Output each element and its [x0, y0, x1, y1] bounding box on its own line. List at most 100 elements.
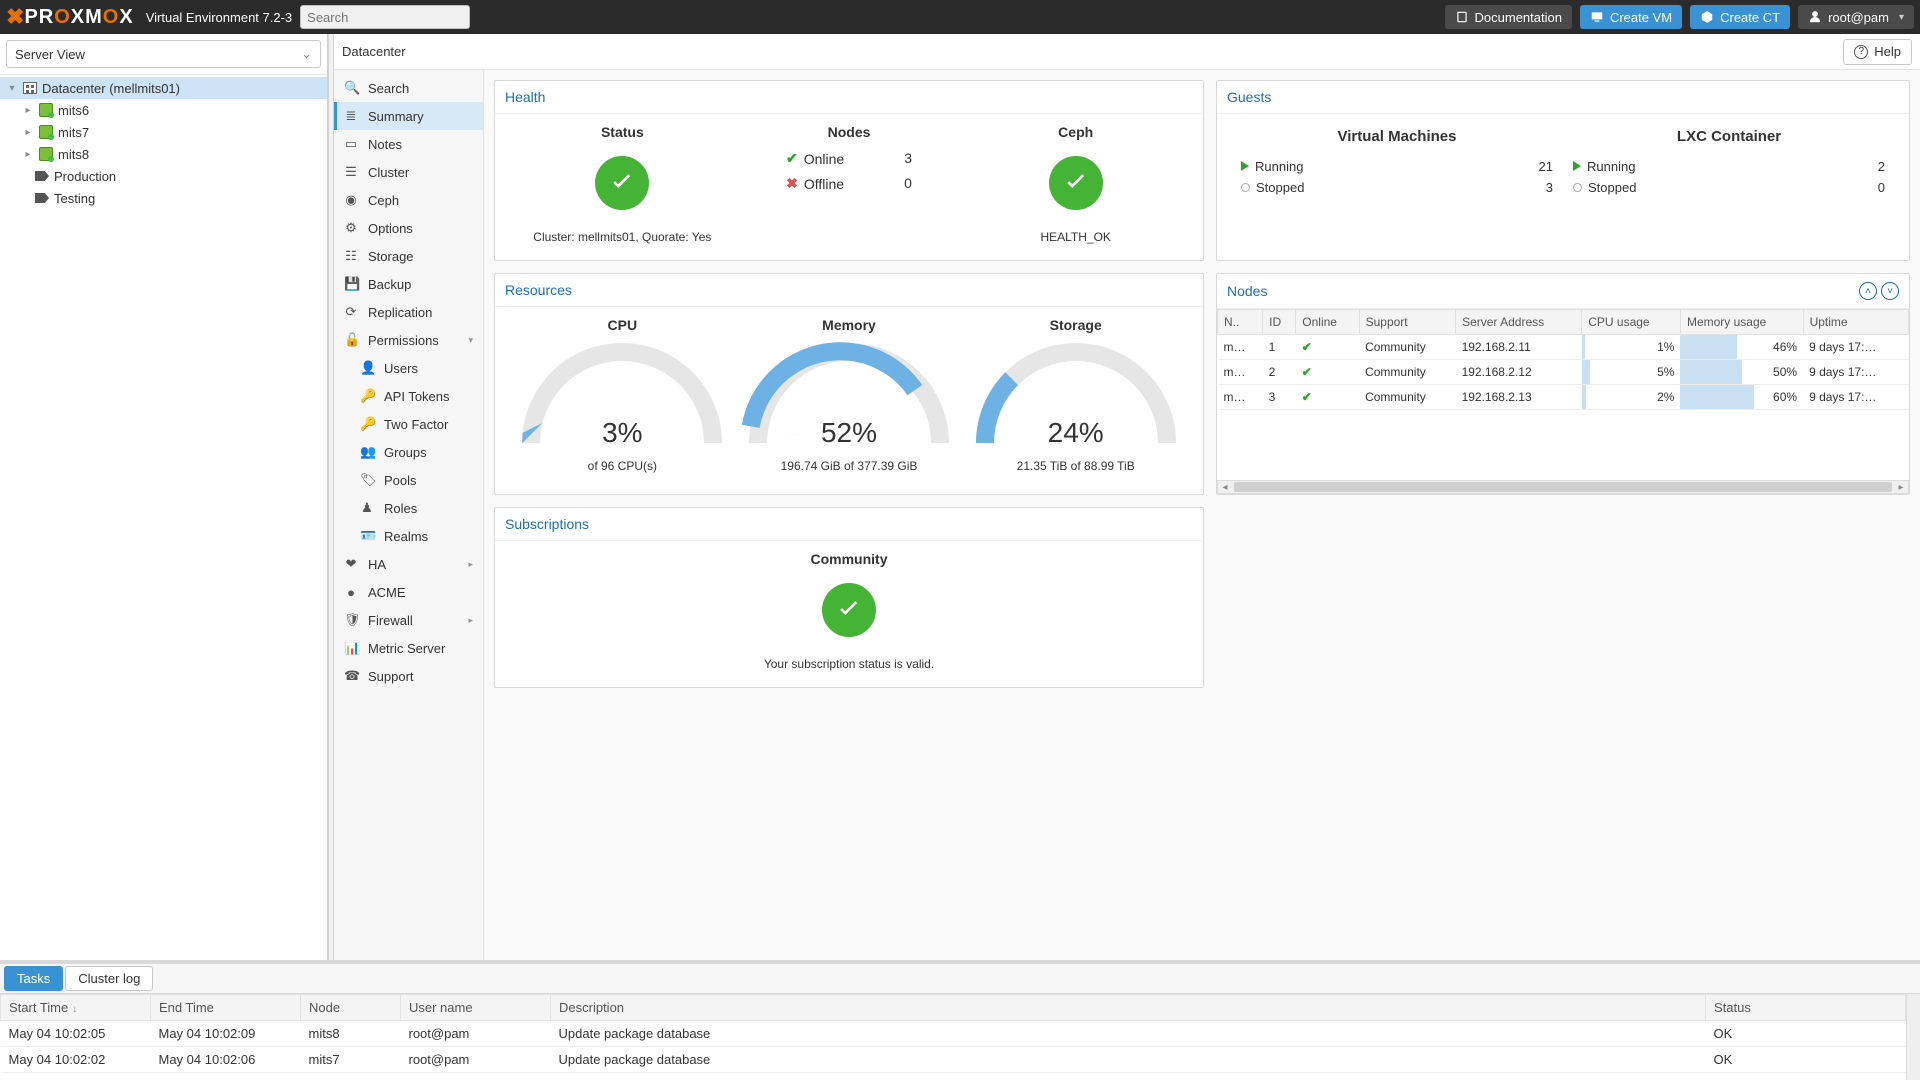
menu-api-tokens[interactable]: 🔑API Tokens	[334, 382, 483, 410]
col-start[interactable]: Start Time↓	[1, 995, 151, 1021]
shield-icon: 🛡	[344, 612, 358, 628]
tree-datacenter[interactable]: ▾ Datacenter (mellmits01)	[0, 77, 327, 99]
panel-title: Guests	[1217, 81, 1909, 114]
col-mem[interactable]: Memory usage	[1680, 310, 1803, 335]
vertical-scrollbar[interactable]	[1906, 994, 1920, 1080]
menu-pools[interactable]: 🏷Pools	[334, 466, 483, 494]
menu-ha[interactable]: ❤HA▸	[334, 550, 483, 578]
col-support[interactable]: Support	[1359, 310, 1455, 335]
tree-pool-production[interactable]: Production	[0, 165, 327, 187]
menu-label: Permissions	[368, 333, 439, 348]
dashboard: Health Status Cluster: mellmits01, Quora…	[484, 70, 1920, 1080]
tree-node-mits8[interactable]: ▸ mits8	[0, 143, 327, 165]
chevron-right-icon: ▸	[468, 615, 473, 626]
running-label: Running	[1587, 159, 1635, 174]
menu-search[interactable]: 🔍Search	[334, 74, 483, 102]
user-menu[interactable]: root@pam ▾	[1798, 5, 1914, 29]
play-icon	[1573, 161, 1581, 171]
view-selector[interactable]: Server View ⌄	[6, 40, 321, 68]
tab-tasks[interactable]: Tasks	[4, 966, 63, 991]
col-cpu[interactable]: CPU usage	[1582, 310, 1681, 335]
menu-label: Metric Server	[368, 641, 445, 656]
tree-node-mits7[interactable]: ▸ mits7	[0, 121, 327, 143]
col-addr[interactable]: Server Address	[1456, 310, 1582, 335]
menu-support[interactable]: ☎Support	[334, 662, 483, 690]
menu-permissions[interactable]: 🔓Permissions▾	[334, 326, 483, 354]
play-icon	[1241, 161, 1249, 171]
menu-ceph[interactable]: ◉Ceph	[334, 186, 483, 214]
menu-storage[interactable]: ☷Storage	[334, 242, 483, 270]
topbar: ✖ PROXMOX Virtual Environment 7.2-3 Docu…	[0, 0, 1920, 34]
menu-backup[interactable]: 💾 Backup	[334, 270, 483, 298]
book-icon	[1455, 10, 1469, 24]
tree-node-label: mits7	[58, 125, 89, 140]
chart-icon: 📊	[344, 640, 358, 656]
health-nodes-heading: Nodes	[736, 124, 963, 140]
panel-title: Resources	[495, 274, 1203, 307]
menu-label: Support	[368, 669, 414, 684]
tab-cluster-log[interactable]: Cluster log	[65, 966, 153, 991]
col-end[interactable]: End Time	[151, 995, 301, 1021]
col-uptime[interactable]: Uptime	[1803, 310, 1908, 335]
menu-realms[interactable]: 🪪Realms	[334, 522, 483, 550]
col-user[interactable]: User name	[401, 995, 551, 1021]
collapse-icon[interactable]: ▾	[6, 83, 18, 94]
expand-icon[interactable]: ▸	[22, 149, 34, 160]
move-up-button[interactable]: ˄	[1859, 282, 1877, 300]
table-row[interactable]: m…2✔Community192.168.2.125%50%9 days 17:…	[1218, 360, 1909, 385]
search-input[interactable]	[300, 5, 470, 29]
tag-icon	[34, 168, 50, 184]
table-row[interactable]: m…3✔Community192.168.2.132%60%9 days 17:…	[1218, 385, 1909, 410]
menu-groups[interactable]: 👥Groups	[334, 438, 483, 466]
menu-firewall[interactable]: 🛡Firewall▸	[334, 606, 483, 634]
tree-node-mits6[interactable]: ▸ mits6	[0, 99, 327, 121]
x-icon: ✖	[786, 175, 798, 192]
menu-notes[interactable]: ▭Notes	[334, 130, 483, 158]
move-down-button[interactable]: ˅	[1881, 282, 1899, 300]
create-ct-button[interactable]: Create CT	[1690, 5, 1790, 29]
save-icon: 💾	[344, 276, 358, 292]
menu-label: ACME	[368, 585, 406, 600]
check-icon: ✔	[1302, 365, 1312, 379]
menu-options[interactable]: ⚙Options	[334, 214, 483, 242]
chevron-down-icon: ⌄	[301, 46, 312, 62]
breadcrumb: Datacenter	[342, 44, 406, 59]
documentation-button[interactable]: Documentation	[1445, 5, 1572, 29]
menu-metric[interactable]: 📊 Metric Server	[334, 634, 483, 662]
check-circle-icon	[595, 156, 649, 210]
role-icon: ♟	[360, 500, 374, 516]
menu-summary[interactable]: ≣Summary	[334, 102, 483, 130]
menu-label: Summary	[368, 109, 424, 124]
table-row[interactable]: m…1✔Community192.168.2.111%46%9 days 17:…	[1218, 335, 1909, 360]
col-desc[interactable]: Description	[551, 995, 1706, 1021]
table-row[interactable]: May 04 10:02:02May 04 10:02:06mits7root@…	[1, 1047, 1906, 1073]
menu-users[interactable]: 👤Users	[334, 354, 483, 382]
user-icon	[1808, 10, 1822, 24]
menu-replication[interactable]: ⟳Replication	[334, 298, 483, 326]
user-label: root@pam	[1828, 10, 1889, 25]
key-icon: 🔑	[360, 388, 374, 404]
horizontal-scrollbar[interactable]: ◂▸	[1217, 480, 1909, 494]
cluster-icon: ☰	[344, 164, 358, 180]
storage-value: 24%	[976, 417, 1176, 449]
col-status[interactable]: Status	[1706, 995, 1906, 1021]
col-id[interactable]: ID	[1263, 310, 1296, 335]
menu-label: Groups	[384, 445, 427, 460]
menu-two-factor[interactable]: 🔑Two Factor	[334, 410, 483, 438]
create-vm-button[interactable]: Create VM	[1580, 5, 1682, 29]
menu-label: Backup	[368, 277, 411, 292]
menu-cluster[interactable]: ☰Cluster	[334, 158, 483, 186]
expand-icon[interactable]: ▸	[22, 127, 34, 138]
col-online[interactable]: Online	[1296, 310, 1359, 335]
tree-pool-testing[interactable]: Testing	[0, 187, 327, 209]
help-button[interactable]: ? Help	[1843, 39, 1912, 65]
config-menu: 🔍Search ≣Summary ▭Notes ☰Cluster ◉Ceph ⚙…	[334, 70, 484, 1080]
cluster-status-text: Cluster: mellmits01, Quorate: Yes	[509, 230, 736, 244]
col-name[interactable]: N..	[1218, 310, 1263, 335]
table-row[interactable]: May 04 10:02:05May 04 10:02:09mits8root@…	[1, 1021, 1906, 1047]
col-node[interactable]: Node	[301, 995, 401, 1021]
menu-acme[interactable]: ●ACME	[334, 578, 483, 606]
server-icon	[38, 124, 54, 140]
menu-roles[interactable]: ♟Roles	[334, 494, 483, 522]
expand-icon[interactable]: ▸	[22, 105, 34, 116]
